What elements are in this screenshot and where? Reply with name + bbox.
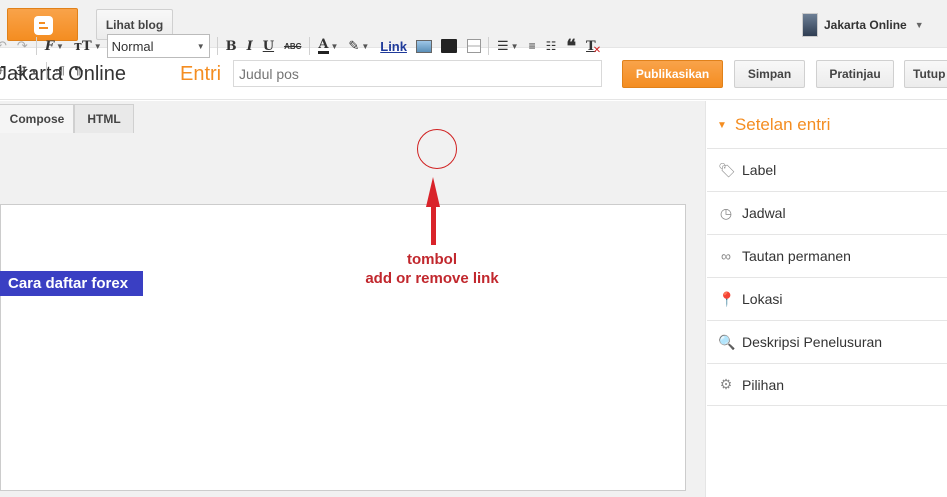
editor-toolbar: ↶ ↷ F ▼ тT ▼ Normal ▼ B I U ABC A ▼ ✎ ▼ Link…: [0, 34, 606, 58]
clock-icon: ◷: [719, 204, 733, 221]
insert-video-icon[interactable]: [440, 36, 457, 56]
text-color-icon[interactable]: A ▼: [318, 36, 338, 56]
toolbar-divider: [309, 37, 311, 55]
transliteration-chevron-icon[interactable]: ▼: [30, 61, 38, 81]
publish-button[interactable]: Publikasikan: [622, 60, 723, 88]
highlight-color-icon[interactable]: ✎ ▼: [348, 36, 369, 56]
annotation-arrow: [431, 205, 436, 245]
sidebar-item-label-text: Label: [742, 162, 777, 178]
annotation-arrow-head: [426, 177, 440, 207]
annotation-line1: tombol: [407, 251, 457, 268]
editor-canvas[interactable]: [0, 204, 686, 491]
annotation-line2: add or remove link: [365, 270, 499, 287]
strikethrough-icon[interactable]: ABC: [284, 36, 301, 56]
pin-icon: 📍: [718, 290, 736, 307]
sidebar-item-options-text: Pilihan: [742, 376, 785, 393]
italic-icon[interactable]: I: [247, 36, 253, 56]
settings-header[interactable]: ▼ Setelan entri: [717, 115, 830, 135]
preview-button[interactable]: Pratinjau: [816, 60, 894, 88]
sidebar-item-options[interactable]: ⚙ Pilihan: [707, 363, 947, 406]
settings-header-label: Setelan entri: [734, 115, 831, 134]
link-button[interactable]: Link: [380, 39, 407, 54]
link-icon: ∞: [721, 248, 731, 264]
gear-icon: ⚙: [719, 376, 733, 392]
tab-html[interactable]: HTML: [74, 104, 134, 133]
clear-formatting-icon[interactable]: T ✕: [586, 36, 601, 56]
tab-compose[interactable]: Compose: [0, 104, 74, 133]
annotation-text: tombol add or remove link: [332, 250, 532, 288]
sidebar-item-schedule-text: Jadwal: [742, 205, 786, 221]
bold-icon[interactable]: B: [226, 36, 237, 56]
chevron-down-icon: ▼: [717, 119, 727, 131]
sidebar-item-permalink[interactable]: ∞ Tautan permanen: [707, 234, 947, 277]
jump-break-icon[interactable]: [466, 36, 481, 56]
chevron-down-icon: ▼: [914, 20, 924, 30]
save-button[interactable]: Simpan: [734, 60, 805, 88]
rtl-icon[interactable]: ¶·: [75, 61, 85, 81]
editor-toolbar-row2: ℱ अ ▼ ·¶ ¶·: [0, 59, 89, 83]
numbered-list-icon[interactable]: ≡: [529, 36, 536, 56]
toolbar-divider: [487, 37, 489, 55]
spellcheck-icon[interactable]: ℱ: [0, 61, 5, 81]
quote-icon[interactable]: ❝: [566, 36, 576, 56]
sidebar-item-permalink-text: Tautan permanen: [742, 248, 851, 264]
redo-icon[interactable]: ↷: [17, 36, 28, 56]
search-icon: 🔍: [718, 333, 736, 350]
sidebar-item-location[interactable]: 📍 Lokasi: [707, 277, 947, 320]
sidebar-item-location-text: Lokasi: [742, 291, 783, 307]
undo-icon[interactable]: ↶: [0, 36, 7, 56]
sidebar-item-label[interactable]: 🏷 Label: [707, 148, 947, 191]
section-label: Entri: [180, 63, 222, 85]
font-family-icon[interactable]: F ▼: [45, 36, 64, 56]
link-highlight-circle: [417, 129, 457, 169]
underline-icon[interactable]: U: [263, 36, 274, 56]
format-select-value: Normal: [111, 38, 154, 54]
toolbar-divider: [35, 37, 37, 55]
sidebar-item-schedule[interactable]: ◷ Jadwal: [707, 191, 947, 234]
toolbar-divider: [216, 37, 218, 55]
toolbar-divider: [46, 62, 48, 80]
close-button[interactable]: Tutup: [904, 60, 947, 88]
font-size-icon[interactable]: тT ▼: [74, 36, 102, 56]
tag-icon: 🏷: [718, 161, 736, 178]
insert-image-icon[interactable]: [415, 36, 432, 56]
transliteration-button[interactable]: अ: [15, 61, 26, 81]
bulleted-list-icon[interactable]: ☷: [546, 36, 557, 56]
sidebar-item-search-description-text: Deskripsi Penelusuran: [742, 334, 883, 350]
ltr-icon[interactable]: ·¶: [55, 61, 65, 81]
post-content-text: Cara daftar forex: [0, 271, 143, 296]
avatar: [802, 13, 818, 37]
sidebar-item-search-description[interactable]: 🔍 Deskripsi Penelusuran: [707, 320, 947, 363]
align-icon[interactable]: ☰ ▼: [497, 36, 519, 56]
chevron-down-icon: ▼: [196, 41, 205, 51]
post-title-input[interactable]: [233, 60, 602, 87]
post-settings-sidebar: ▼ Setelan entri 🏷 Label ◷ Jadwal ∞ Tauta…: [707, 101, 947, 497]
blogger-icon: [34, 16, 53, 35]
user-name: Jakarta Online: [824, 18, 907, 32]
format-select[interactable]: Normal ▼: [106, 34, 210, 58]
user-menu[interactable]: Jakarta Online ▼: [802, 12, 924, 38]
